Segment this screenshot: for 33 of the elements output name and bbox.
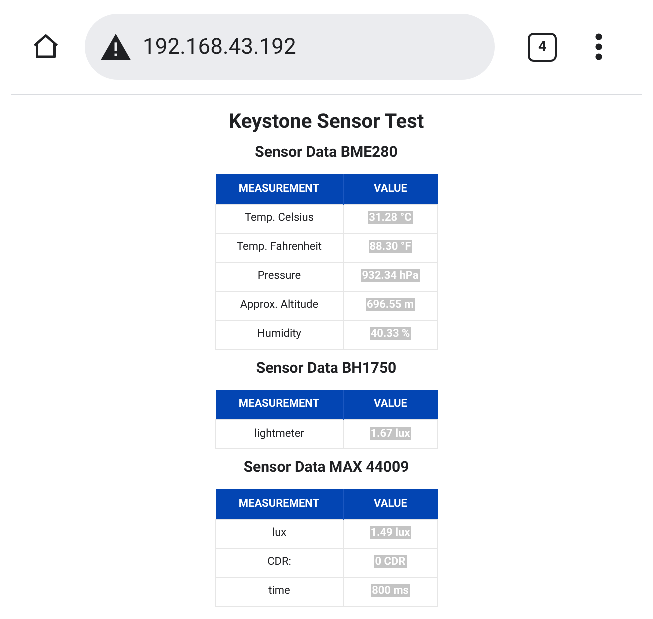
value-text: 932.34 hPa	[361, 269, 420, 282]
table-cell: Temp. Celsius	[216, 204, 344, 233]
table-cell: Humidity	[216, 320, 344, 349]
column-header: MEASUREMENT	[216, 174, 344, 204]
column-header: MEASUREMENT	[216, 489, 344, 519]
column-header: VALUE	[344, 174, 438, 204]
table-cell: Temp. Fahrenheit	[216, 233, 344, 262]
value-text: 1.49 lux	[370, 526, 412, 540]
column-header: VALUE	[344, 489, 438, 519]
more-options-icon[interactable]	[595, 33, 603, 61]
tab-count-button[interactable]: 4	[528, 32, 557, 62]
table-cell: lux	[216, 519, 344, 548]
value-text: 1.67 lux	[370, 426, 412, 440]
table-cell: Approx. Altitude	[216, 291, 344, 320]
page-title: Keystone Sensor Test	[228, 108, 424, 135]
column-header: MEASUREMENT	[216, 390, 344, 420]
value-text: 40.33 %	[370, 327, 412, 340]
value-text: 800 ms	[371, 584, 410, 598]
url-text: 192.168.43.192	[143, 34, 296, 62]
value-text: 0 CDR	[374, 555, 407, 568]
section-heading: Sensor Data BH1750	[256, 358, 397, 378]
value-text: 696.55 m	[366, 298, 415, 312]
value-text: 88.30 °F	[368, 240, 412, 254]
table-cell: time	[216, 577, 344, 606]
column-header: VALUE	[344, 390, 438, 420]
section-heading: Sensor Data MAX 44009	[244, 457, 410, 477]
table-cell: lightmeter	[216, 420, 344, 448]
address-bar[interactable]: 192.168.43.192	[85, 14, 495, 80]
warning-icon	[101, 34, 131, 60]
table-cell: Pressure	[216, 262, 344, 291]
value-text: 31.28 °C	[368, 211, 413, 224]
section-heading: Sensor Data BME280	[255, 142, 398, 162]
table-cell: CDR:	[216, 548, 344, 577]
